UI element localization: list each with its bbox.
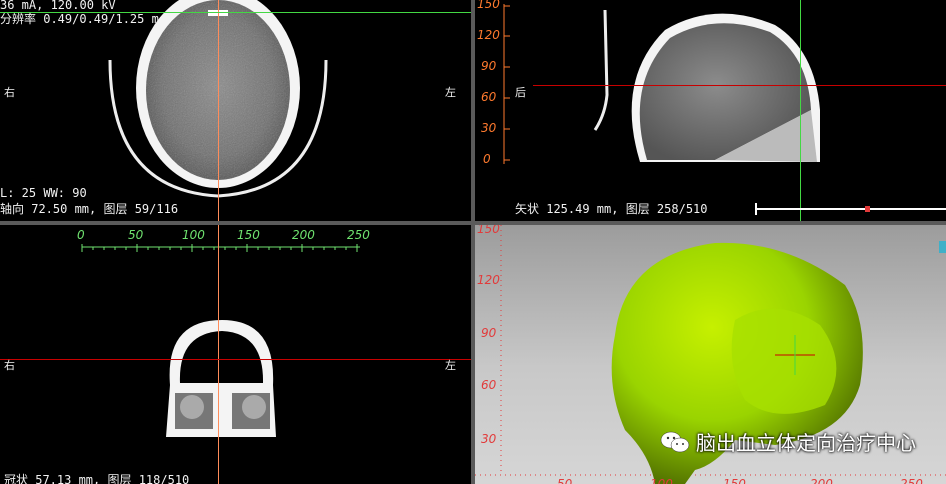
coronal-ruler-ticks bbox=[81, 244, 358, 252]
3d-scale-30: 30 bbox=[481, 432, 497, 446]
coronal-right-label: 右 bbox=[4, 359, 15, 372]
sagittal-ruler-ticks bbox=[504, 5, 510, 161]
3d-scale-90: 90 bbox=[481, 326, 497, 340]
coronal-crosshair-horizontal[interactable] bbox=[0, 359, 471, 360]
sagittal-scale-90: 90 bbox=[481, 59, 497, 73]
coronal-slice-info: 冠状 57.13 mm, 图层 118/510 bbox=[4, 473, 190, 484]
coronal-view[interactable]: 0 50 100 150 200 250 右 左 冠状 57.13 mm, 图层… bbox=[0, 225, 471, 484]
coronal-scan-image bbox=[81, 244, 360, 437]
3d-scale-150: 150 bbox=[477, 225, 500, 236]
3d-x-scale-50: 50 bbox=[557, 477, 573, 484]
3d-scale-120: 120 bbox=[477, 273, 500, 287]
slice-slider-handle[interactable] bbox=[865, 206, 870, 212]
coronal-crosshair-vertical[interactable] bbox=[218, 225, 219, 484]
3d-x-scale-100: 100 bbox=[650, 477, 673, 484]
coronal-scale-0: 0 bbox=[77, 228, 85, 242]
watermark-text: 脑出血立体定向治疗中心 bbox=[696, 431, 916, 455]
acquisition-params: 36 mA, 120.00 kV bbox=[0, 0, 116, 12]
wechat-icon bbox=[660, 430, 690, 454]
sagittal-posterior-label: 后 bbox=[515, 86, 526, 99]
3d-x-scale-150: 150 bbox=[723, 477, 746, 484]
coronal-scale-50: 50 bbox=[128, 228, 144, 242]
sagittal-scale-120: 120 bbox=[477, 28, 500, 42]
sagittal-slice-info: 矢状 125.49 mm, 图层 258/510 bbox=[515, 202, 708, 216]
sagittal-scan-image bbox=[503, 4, 820, 164]
3d-x-scale-200: 200 bbox=[810, 477, 833, 484]
axial-crosshair-vertical[interactable] bbox=[218, 0, 219, 221]
resolution-info: 分辨率 0.49/0.49/1.25 m bbox=[0, 12, 159, 26]
coronal-left-label: 左 bbox=[445, 359, 456, 372]
coronal-scale-150: 150 bbox=[237, 228, 260, 242]
axial-slice-info: 轴向 72.50 mm, 图层 59/116 bbox=[0, 202, 179, 216]
axial-view[interactable]: 36 mA, 120.00 kV 分辨率 0.49/0.49/1.25 m 右 … bbox=[0, 0, 471, 221]
sagittal-scale-30: 30 bbox=[481, 121, 497, 135]
slice-slider-track[interactable] bbox=[755, 208, 946, 210]
axial-right-label: 右 bbox=[4, 86, 15, 99]
sagittal-scale-150: 150 bbox=[477, 0, 500, 11]
axial-left-label: 左 bbox=[445, 86, 456, 99]
window-level-info: L: 25 WW: 90 bbox=[0, 186, 87, 200]
coronal-scale-200: 200 bbox=[292, 228, 315, 242]
coronal-scale-250: 250 bbox=[347, 228, 370, 242]
sagittal-crosshair-vertical[interactable] bbox=[800, 0, 801, 221]
sagittal-view[interactable]: 150 120 90 60 30 0 后 矢状 125.49 mm, 图层 25… bbox=[475, 0, 946, 221]
sagittal-scale-0: 0 bbox=[483, 152, 491, 166]
coronal-scale-100: 100 bbox=[182, 228, 205, 242]
sagittal-crosshair-horizontal[interactable] bbox=[533, 85, 946, 86]
3d-scale-60: 60 bbox=[481, 378, 497, 392]
watermark: 脑出血立体定向治疗中心 bbox=[660, 427, 916, 456]
3d-x-scale-250: 250 bbox=[900, 477, 923, 484]
sagittal-scale-60: 60 bbox=[481, 90, 497, 104]
